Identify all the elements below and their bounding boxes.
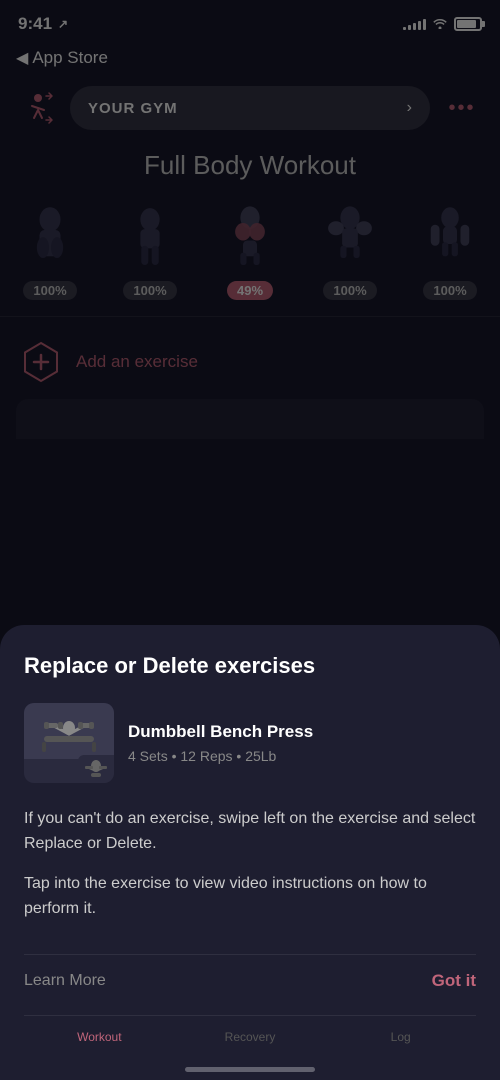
sheet-description: If you can't do an exercise, swipe left … [24,807,476,922]
exercise-thumb-main [24,703,114,759]
sheet-actions: Learn More Got it [24,954,476,1015]
exercise-meta: 4 Sets • 12 Reps • 25Lb [128,748,313,764]
tab-recovery-label: Recovery [225,1030,276,1044]
sheet-title: Replace or Delete exercises [24,653,476,679]
got-it-button[interactable]: Got it [432,971,476,991]
tab-log[interactable]: Log [325,1030,476,1044]
tab-recovery[interactable]: Recovery [175,1030,326,1044]
exercise-thumb-small [78,755,114,783]
exercise-card: Dumbbell Bench Press 4 Sets • 12 Reps • … [24,703,476,783]
tab-workout[interactable]: Workout [24,1030,175,1044]
exercise-name: Dumbbell Bench Press [128,722,313,742]
bottom-sheet: Replace or Delete exercises [0,625,500,1080]
exercise-info: Dumbbell Bench Press 4 Sets • 12 Reps • … [128,722,313,764]
home-indicator [185,1067,315,1072]
learn-more-button[interactable]: Learn More [24,972,106,990]
exercise-thumbnail [24,703,114,783]
tab-log-label: Log [391,1030,411,1044]
tab-workout-label: Workout [77,1030,121,1044]
